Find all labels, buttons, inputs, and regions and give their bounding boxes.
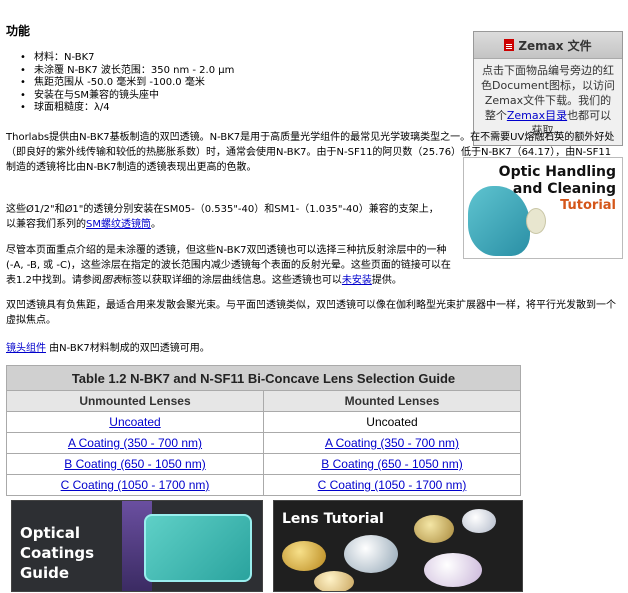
table-cell: C Coating (1050 - 1700 nm) (262, 474, 522, 496)
feature-item: 安装在与SM兼容的镜头座中 (20, 90, 234, 103)
optical-coatings-guide-banner[interactable]: Optical Coatings Guide (11, 500, 263, 592)
lens-image (424, 553, 482, 587)
lens-image (414, 515, 454, 543)
table-cell: Uncoated (6, 411, 264, 433)
table-cell: A Coating (350 - 700 nm) (6, 432, 264, 454)
feature-item: 焦距范围从 -50.0 毫米到 -100.0 毫米 (20, 77, 234, 90)
table-caption: Table 1.2 N-BK7 and N-SF11 Bi-Concave Le… (6, 365, 521, 391)
document-icon (504, 39, 515, 51)
mount-text: 这些Ø1/2"和Ø1"的透镜分别安装在SM05-（0.535"-40）和SM1-… (6, 204, 439, 230)
table-row: A Coating (350 - 700 nm) A Coating (350 … (6, 432, 522, 454)
feature-item: 未涂覆 N-BK7 波长范围：350 nm - 2.0 µm (20, 65, 234, 78)
table-cell: Uncoated (262, 411, 522, 433)
graph-tab-ref: 图表 (101, 275, 122, 286)
lens-kit-paragraph: 镜头组件 由N-BK7材料制成的双凹透镜可用。 (6, 341, 618, 356)
lens-image (282, 541, 326, 571)
table-cell: A Coating (350 - 700 nm) (262, 432, 522, 454)
lens-image (314, 571, 354, 591)
selection-guide-table: Table 1.2 N-BK7 and N-SF11 Bi-Concave Le… (6, 365, 522, 496)
biconcave-paragraph: 双凹透镜具有负焦距，最适合用来发散会聚光束。与平面凹透镜类似，双凹透镜可以像在伽… (6, 300, 616, 326)
lens-image (344, 535, 398, 573)
table-cell: B Coating (650 - 1050 nm) (6, 453, 264, 475)
coating-text-mid: 标签以获取详细的涂层曲线信息。这些透镜也可以 (121, 275, 342, 286)
intro-paragraph: Thorlabs提供由N-BK7基板制造的双凹透镜。N-BK7是用于高质量光学组… (6, 132, 615, 173)
table-row: B Coating (650 - 1050 nm) B Coating (650… (6, 453, 522, 475)
zemax-box: Zemax 文件 点击下面物品编号旁边的红色Document图标，以访问Zema… (473, 31, 623, 146)
optic-card-title-line2: and Cleaning (512, 181, 616, 197)
coated-glass-image (144, 514, 252, 582)
coating-paragraph: 尽管本页面重点介绍的是未涂覆的透镜，但这些N-BK7双凹透镜也可以选择三种抗反射… (6, 243, 451, 288)
coatings-banner-line: Coatings (20, 544, 95, 562)
mounted-c-coating-link[interactable]: C Coating (1050 - 1700 nm) (318, 478, 467, 492)
feature-item: 材料：N-BK7 (20, 52, 234, 65)
column-header-mounted: Mounted Lenses (262, 390, 522, 412)
feature-item: 球面粗糙度：λ/4 (20, 102, 234, 115)
unmounted-uncoated-link[interactable]: Uncoated (109, 415, 160, 429)
zemax-catalog-link[interactable]: Zemax目录 (507, 109, 567, 122)
mount-text-end: 。 (150, 219, 161, 230)
unmounted-b-coating-link[interactable]: B Coating (650 - 1050 nm) (64, 457, 205, 471)
features-heading: 功能 (6, 24, 31, 38)
coating-text-end: 提供。 (371, 275, 402, 286)
table-row: Uncoated Uncoated (6, 411, 522, 433)
sm-lens-tube-link[interactable]: SM螺纹透镜筒 (86, 219, 151, 230)
table-cell: B Coating (650 - 1050 nm) (262, 453, 522, 475)
mount-paragraph: 这些Ø1/2"和Ø1"的透镜分别安装在SM05-（0.535"-40）和SM1-… (6, 202, 446, 232)
zemax-title: Zemax 文件 (518, 38, 592, 53)
unmounted-a-coating-link[interactable]: A Coating (350 - 700 nm) (68, 436, 202, 450)
column-header-unmounted: Unmounted Lenses (6, 390, 264, 412)
features-list: 材料：N-BK7 未涂覆 N-BK7 波长范围：350 nm - 2.0 µm … (20, 52, 234, 115)
lens-kit-link[interactable]: 镜头组件 (6, 343, 46, 354)
lens-banner-title: Lens Tutorial (282, 511, 384, 527)
lens-kit-text: 由N-BK7材料制成的双凹透镜可用。 (46, 343, 210, 354)
unmounted-link[interactable]: 未安装 (342, 275, 372, 286)
mounted-a-coating-link[interactable]: A Coating (350 - 700 nm) (325, 436, 459, 450)
coatings-banner-line: Guide (20, 564, 70, 582)
unmounted-c-coating-link[interactable]: C Coating (1050 - 1700 nm) (61, 478, 210, 492)
lens-image (462, 509, 496, 533)
zemax-header: Zemax 文件 (474, 32, 622, 59)
coatings-banner-line: Optical (20, 524, 80, 542)
lens-image (526, 208, 546, 234)
mounted-b-coating-link[interactable]: B Coating (650 - 1050 nm) (321, 457, 462, 471)
coatings-banner-title: Optical Coatings Guide (20, 523, 94, 583)
optic-card-subtitle: Tutorial (560, 198, 616, 213)
table-cell: C Coating (1050 - 1700 nm) (6, 474, 264, 496)
table-row: C Coating (1050 - 1700 nm) C Coating (10… (6, 474, 522, 496)
lens-tutorial-banner[interactable]: Lens Tutorial (273, 500, 523, 592)
